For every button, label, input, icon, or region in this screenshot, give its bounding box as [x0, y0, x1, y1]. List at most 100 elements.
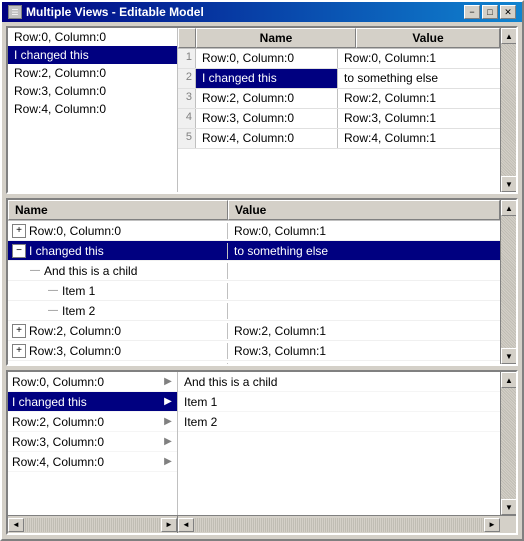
tree-value-cell	[228, 310, 500, 312]
bottom-left-hscroll: ◄ ►	[8, 516, 178, 533]
row-name-cell: Row:3, Column:0	[196, 109, 338, 128]
hscroll-right-right-btn[interactable]: ►	[484, 518, 500, 532]
bottom-left-item[interactable]: Row:0, Column:0▶	[8, 372, 177, 392]
expand-button[interactable]: +	[12, 224, 26, 238]
value-column-header: Value	[356, 28, 500, 48]
top-right-table: Name Value 1Row:0, Column:0Row:0, Column…	[178, 28, 500, 192]
tree-row[interactable]: +Row:0, Column:0 Row:0, Column:1	[8, 221, 500, 241]
row-value-cell: Row:3, Column:1	[338, 109, 500, 128]
row-number: 2	[178, 69, 196, 88]
top-list-item[interactable]: Row:4, Column:0	[8, 100, 177, 118]
hscroll-right-track	[194, 518, 484, 532]
minimize-button[interactable]: −	[464, 5, 480, 19]
table-row[interactable]: 4Row:3, Column:0Row:3, Column:1	[178, 109, 500, 129]
tree-content: Name Value +Row:0, Column:0Row:0, Column…	[8, 200, 500, 364]
table-row[interactable]: 2I changed thisto something else	[178, 69, 500, 89]
tree-body[interactable]: +Row:0, Column:0Row:0, Column:1−I change…	[8, 221, 500, 364]
tree-name-cell: —And this is a child	[8, 263, 228, 279]
top-scrollbar[interactable]: ▲ ▼	[500, 28, 516, 192]
close-button[interactable]: ✕	[500, 5, 516, 19]
expand-button[interactable]: +	[12, 324, 26, 338]
tree-row[interactable]: +Row:4, Column:0 Row:4, Column:1	[8, 361, 500, 364]
hscroll-right-left-btn[interactable]: ◄	[178, 518, 194, 532]
bottom-left-item[interactable]: Row:4, Column:0 ▶	[8, 452, 177, 472]
top-list-item[interactable]: Row:0, Column:0	[8, 28, 177, 46]
scroll-up-button[interactable]: ▲	[501, 28, 517, 44]
tree-connector: —	[48, 285, 58, 296]
tree-item-name: Item 1	[62, 284, 95, 298]
tree-item-name: And this is a child	[44, 264, 137, 278]
top-panel: Row:0, Column:0I changed thisRow:2, Colu…	[6, 26, 518, 194]
table-row[interactable]: 3Row:2, Column:0Row:2, Column:1	[178, 89, 500, 109]
maximize-button[interactable]: □	[482, 5, 498, 19]
top-list-item[interactable]: Row:3, Column:0	[8, 82, 177, 100]
middle-scroll-track	[501, 216, 516, 348]
bottom-scroll-track	[501, 388, 516, 499]
tree-row[interactable]: +Row:2, Column:0Row:2, Column:1	[8, 321, 500, 341]
hscroll-left-btn[interactable]: ◄	[8, 518, 24, 532]
row-num-header	[178, 28, 196, 48]
collapse-button[interactable]: −	[12, 244, 26, 258]
top-list-item[interactable]: I changed this	[8, 46, 177, 64]
title-buttons: − □ ✕	[464, 5, 516, 19]
bottom-scroll-up[interactable]: ▲	[501, 372, 516, 388]
row-name-cell: Row:2, Column:0	[196, 89, 338, 108]
tree-item-name: Row:0, Column:0	[29, 224, 121, 238]
bottom-left-item[interactable]: Row:3, Column:0▶	[8, 432, 177, 452]
window-title: Multiple Views - Editable Model	[26, 5, 204, 19]
middle-scrollbar[interactable]: ▲ ▼	[500, 200, 516, 364]
top-list-item[interactable]: Row:2, Column:0	[8, 64, 177, 82]
tree-name-cell: —Item 2	[8, 303, 228, 319]
scroll-down-button[interactable]: ▼	[501, 176, 517, 192]
bottom-scroll-down[interactable]: ▼	[501, 499, 516, 515]
hscroll-left-right-btn[interactable]: ►	[161, 518, 177, 532]
bottom-scrollbar[interactable]: ▲ ▼	[500, 372, 516, 515]
tree-name-cell: +Row:2, Column:0	[8, 323, 228, 339]
bottom-item-text: Row:3, Column:0	[12, 435, 104, 449]
tree-value-cell: Row:4, Column:1	[228, 363, 500, 365]
table-body[interactable]: 1Row:0, Column:0Row:0, Column:12I change…	[178, 49, 500, 192]
bottom-right-item: Item 2	[178, 412, 500, 432]
tree-value-header: Value	[228, 200, 500, 220]
bottom-item-text: Row:2, Column:0	[12, 415, 104, 429]
middle-scroll-up[interactable]: ▲	[501, 200, 517, 216]
tree-name-cell: — Item 1	[8, 283, 228, 299]
row-number: 3	[178, 89, 196, 108]
tree-row[interactable]: −I changed thisto something else	[8, 241, 500, 261]
content-area: Row:0, Column:0I changed thisRow:2, Colu…	[2, 22, 522, 539]
bottom-right-item: And this is a child	[178, 372, 500, 392]
bottom-left-item[interactable]: I changed this▶	[8, 392, 177, 412]
bottom-hscroll-row: ◄ ► ◄ ►	[8, 515, 516, 533]
bottom-item-text: Row:4, Column:0	[12, 455, 104, 469]
hscroll-left-widget: ◄ ►	[8, 518, 177, 532]
row-value-cell: Row:2, Column:1	[338, 89, 500, 108]
tree-value-cell: Row:0, Column:1	[228, 223, 500, 239]
tree-row[interactable]: — Item 1	[8, 281, 500, 301]
hscroll-right-widget: ◄ ►	[178, 518, 500, 532]
bottom-right-list: And this is a childItem 1Item 2	[178, 372, 500, 515]
arrow-icon: ▶	[163, 456, 173, 467]
tree-item-name: Row:4, Column:0	[29, 364, 121, 365]
expand-button[interactable]: +	[12, 344, 26, 358]
tree-row[interactable]: —Item 2	[8, 301, 500, 321]
tree-item-name: I changed this	[29, 244, 104, 258]
hscroll-corner	[500, 516, 516, 533]
expand-button[interactable]: +	[12, 364, 26, 365]
bottom-content: Row:0, Column:0▶I changed this▶Row:2, Co…	[8, 372, 516, 515]
tree-row[interactable]: —And this is a child	[8, 261, 500, 281]
bottom-left-item[interactable]: Row:2, Column:0 ▶	[8, 412, 177, 432]
tree-row[interactable]: +Row:3, Column:0Row:3, Column:1	[8, 341, 500, 361]
table-row[interactable]: 5Row:4, Column:0Row:4, Column:1	[178, 129, 500, 149]
name-column-header: Name	[196, 28, 356, 48]
tree-item-name: Row:3, Column:0	[29, 344, 121, 358]
arrow-icon: ▶	[163, 416, 173, 427]
row-value-cell: Row:4, Column:1	[338, 129, 500, 148]
middle-scroll-down[interactable]: ▼	[501, 348, 517, 364]
title-bar: ☰ Multiple Views - Editable Model − □ ✕	[2, 2, 522, 22]
row-name-cell: I changed this	[196, 69, 338, 88]
top-left-list[interactable]: Row:0, Column:0I changed thisRow:2, Colu…	[8, 28, 178, 192]
window-icon: ☰	[8, 5, 22, 19]
title-bar-left: ☰ Multiple Views - Editable Model	[8, 5, 204, 19]
table-row[interactable]: 1Row:0, Column:0Row:0, Column:1	[178, 49, 500, 69]
bottom-left-list[interactable]: Row:0, Column:0▶I changed this▶Row:2, Co…	[8, 372, 178, 515]
